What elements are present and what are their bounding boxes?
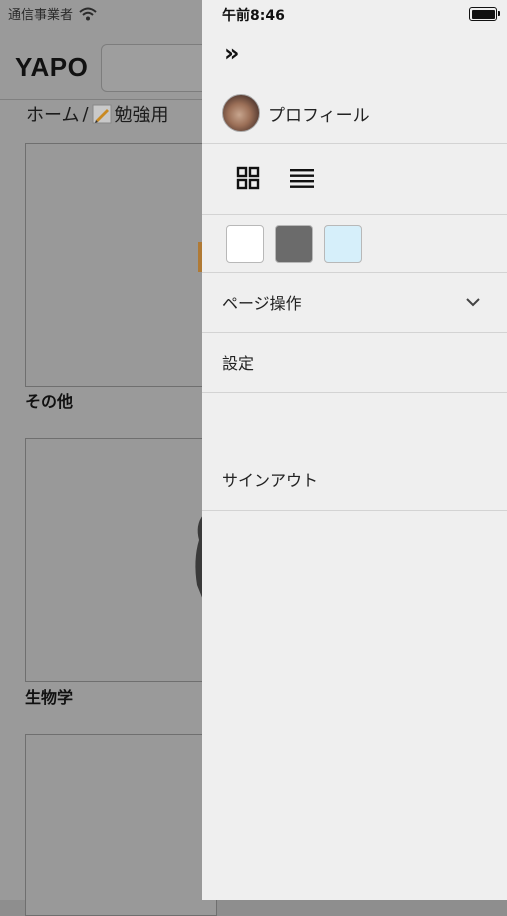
breadcrumb: ホーム / 勉強用 — [26, 101, 169, 127]
chevron-down-icon — [466, 298, 480, 307]
theme-swatch-light-blue[interactable] — [324, 225, 362, 263]
grid-view-button[interactable] — [234, 164, 262, 192]
status-time: 午前8:46 — [222, 8, 285, 24]
view-mode-toggle — [234, 164, 316, 192]
list-view-icon — [290, 169, 314, 188]
grid-view-icon — [236, 166, 260, 190]
theme-swatch-white[interactable] — [226, 225, 264, 263]
menu-item-label: 設定 — [222, 354, 255, 373]
breadcrumb-current: 勉強用 — [114, 105, 169, 126]
menu-item-label: サインアウト — [222, 471, 319, 490]
avatar — [222, 94, 260, 132]
menu-item-settings[interactable]: 設定 — [202, 333, 507, 391]
theme-color-picker — [226, 225, 362, 263]
menu-item-label: ページ操作 — [222, 294, 302, 313]
folder-card-label: 生物学 — [25, 688, 74, 707]
divider — [202, 214, 507, 215]
battery-icon — [469, 7, 500, 21]
collapse-drawer-button[interactable]: » — [224, 38, 240, 68]
profile-label: プロフィール — [268, 105, 370, 126]
pencil-icon — [92, 104, 112, 124]
profile-link[interactable]: プロフィール — [222, 94, 370, 132]
divider — [202, 143, 507, 144]
folder-card-label: その他 — [25, 392, 74, 411]
status-bar-left: 通信事業者 — [8, 4, 97, 23]
app-logo[interactable]: YAPO — [15, 52, 88, 83]
list-view-button[interactable] — [288, 164, 316, 192]
wifi-icon — [79, 7, 97, 20]
divider — [202, 392, 507, 393]
menu-item-page-ops[interactable]: ページ操作 — [202, 273, 507, 331]
menu-item-sign-out[interactable]: サインアウト — [202, 450, 507, 508]
breadcrumb-home[interactable]: ホーム — [26, 101, 79, 127]
divider — [202, 510, 507, 511]
folder-card[interactable] — [25, 734, 217, 916]
carrier-label: 通信事業者 — [8, 8, 74, 23]
folder-card[interactable] — [25, 143, 217, 387]
breadcrumb-separator: / — [82, 103, 89, 125]
header-divider — [0, 99, 210, 100]
folder-card[interactable] — [25, 438, 217, 682]
side-drawer: 午前8:46 » プロフィール ページ操作 設定 サインアウト — [202, 0, 507, 900]
theme-swatch-gray[interactable] — [275, 225, 313, 263]
